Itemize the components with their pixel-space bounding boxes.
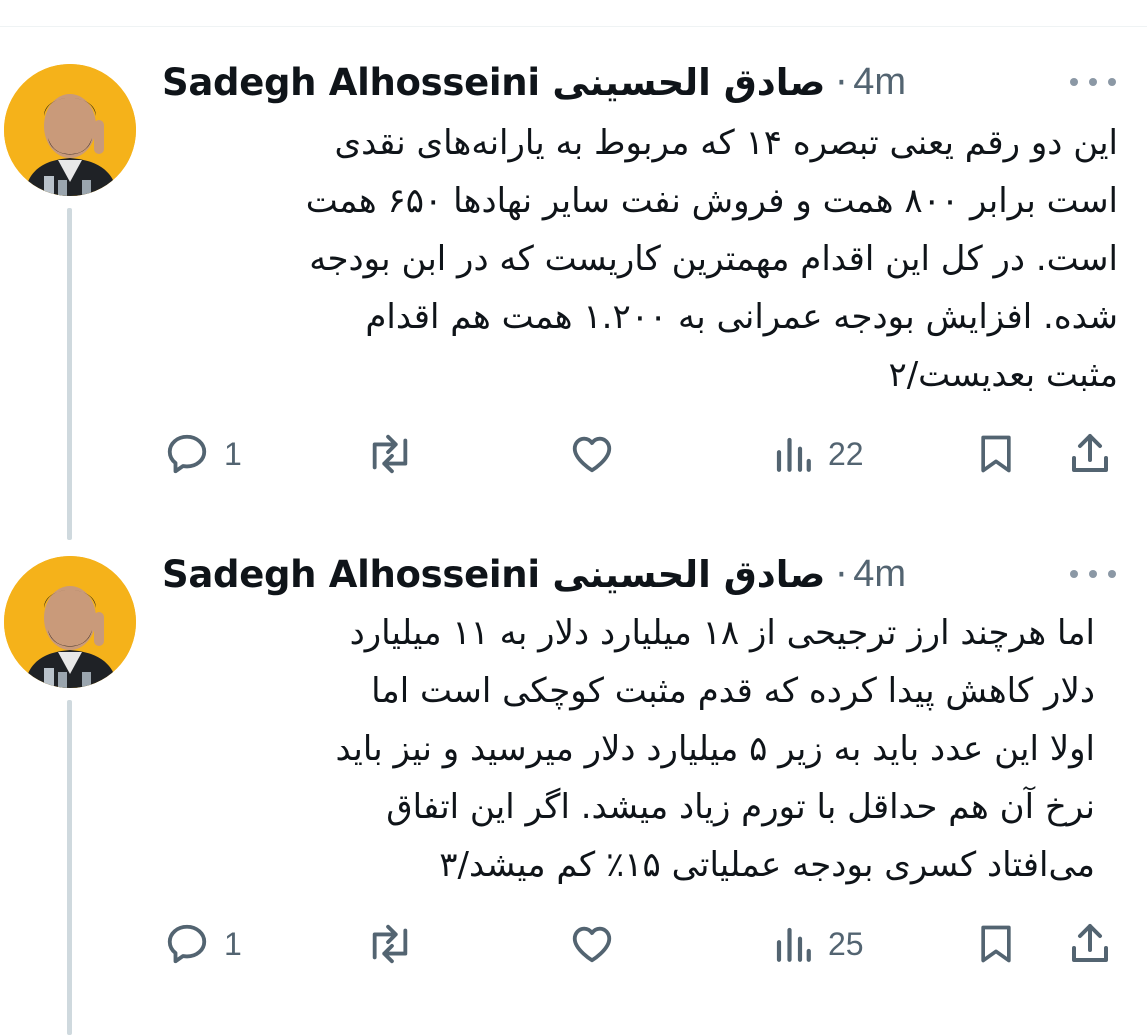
- bookmark-icon: [981, 435, 1011, 473]
- tweet-text: این دو رقم یعنی تبصره ۱۴ که مربوط به یار…: [306, 114, 1118, 404]
- tweet-text-line: مثبت بعدیست/۲: [888, 355, 1118, 395]
- dot-separator: ·: [835, 60, 848, 104]
- view-count: 25: [828, 925, 864, 962]
- tweet-text-line: می‌افتاد کسری بودجه عملیاتی ۱۵٪ کم میشد/…: [439, 845, 1095, 885]
- ellipsis-icon: [1070, 570, 1078, 578]
- thread-connector-line: [67, 700, 72, 1035]
- repost-arrows-icon: [372, 924, 408, 964]
- repost-arrows-icon: [372, 434, 408, 474]
- bar-chart-icon: [776, 437, 811, 472]
- tweet-text-line: دلار کاهش پیدا کرده که قدم مثبت کوچکی اس…: [371, 671, 1095, 711]
- share-upload-icon: [1072, 924, 1108, 962]
- like-button[interactable]: [568, 914, 616, 974]
- reply-count: 1: [224, 435, 242, 472]
- speech-bubble-icon: [167, 924, 207, 964]
- share-button[interactable]: [1066, 424, 1114, 484]
- thread-connector-line: [67, 208, 72, 540]
- repost-button[interactable]: [364, 424, 416, 484]
- views-button[interactable]: 22: [772, 424, 864, 484]
- tweet-text-line: نرخ آن هم حداقل با تورم زیاد میشد. اگر ا…: [386, 787, 1095, 827]
- bookmark-button[interactable]: [974, 424, 1018, 484]
- tweet-text: اما هرچند ارز ترجیحی از ۱۸ میلیارد دلار …: [336, 604, 1095, 894]
- ellipsis-icon: [1108, 78, 1116, 86]
- avatar[interactable]: [4, 556, 136, 688]
- author-name[interactable]: Sadegh Alhosseini صادق الحسینی: [162, 61, 826, 104]
- ellipsis-icon: [1089, 78, 1097, 86]
- heart-icon: [572, 926, 612, 963]
- view-count: 22: [828, 435, 864, 472]
- reply-button[interactable]: 1: [164, 424, 242, 484]
- repost-button[interactable]: [364, 914, 416, 974]
- tweet-text-line: اما هرچند ارز ترجیحی از ۱۸ میلیارد دلار …: [349, 613, 1095, 653]
- action-bar: 1 25: [0, 914, 1147, 974]
- bookmark-icon: [981, 925, 1011, 963]
- tweet-header: Sadegh Alhosseini صادق الحسینی · 4m: [162, 52, 906, 112]
- avatar[interactable]: [4, 64, 136, 196]
- tweet-text-line: شده. افزایش بودجه عمرانی به ۱.۲۰۰ همت هم…: [365, 297, 1118, 337]
- bar-chart-icon: [776, 927, 811, 962]
- action-bar: 1 22: [0, 424, 1147, 484]
- tweet-text-line: اولا این عدد باید به زیر ۵ میلیارد دلار …: [335, 729, 1095, 769]
- tweet-header: Sadegh Alhosseini صادق الحسینی · 4m: [162, 544, 906, 604]
- tweet-text-line: است برابر ۸۰۰ همت و فروش نفت سایر نهادها…: [305, 181, 1118, 221]
- author-name[interactable]: Sadegh Alhosseini صادق الحسینی: [162, 553, 826, 596]
- timestamp[interactable]: 4m: [853, 553, 906, 596]
- dot-separator: ·: [835, 552, 848, 596]
- reply-button[interactable]: 1: [164, 914, 242, 974]
- bookmark-button[interactable]: [974, 914, 1018, 974]
- heart-icon: [572, 436, 612, 473]
- ellipsis-icon: [1089, 570, 1097, 578]
- timestamp[interactable]: 4m: [853, 61, 906, 104]
- tweet-text-line: این دو رقم یعنی تبصره ۱۴ که مربوط به یار…: [334, 123, 1118, 163]
- reply-count: 1: [224, 925, 242, 962]
- speech-bubble-icon: [167, 434, 207, 474]
- share-upload-icon: [1072, 434, 1108, 472]
- tweet-text-line: است. در کل این اقدام مهمترین کاریست که د…: [309, 239, 1118, 279]
- share-button[interactable]: [1066, 914, 1114, 974]
- avatar-photo: [4, 64, 136, 196]
- views-button[interactable]: 25: [772, 914, 864, 974]
- more-options-button[interactable]: [1070, 564, 1116, 584]
- avatar-photo: [4, 556, 136, 688]
- ellipsis-icon: [1070, 78, 1078, 86]
- ellipsis-icon: [1108, 570, 1116, 578]
- top-divider: [0, 26, 1147, 27]
- more-options-button[interactable]: [1070, 72, 1116, 92]
- like-button[interactable]: [568, 424, 616, 484]
